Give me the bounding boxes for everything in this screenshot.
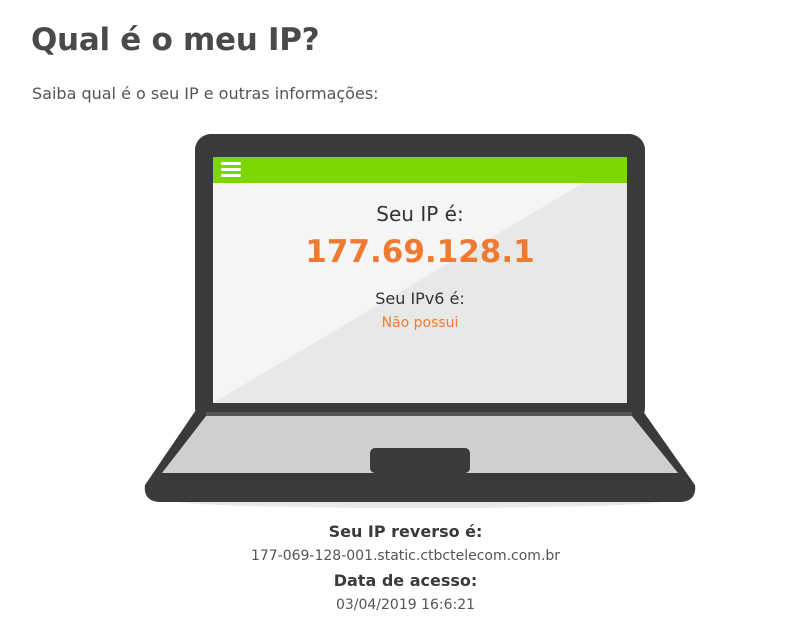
- access-date-value: 03/04/2019 16:6:21: [335, 597, 476, 613]
- page: Qual é o meu IP? Saiba qual é o seu IP e…: [0, 0, 811, 629]
- reverse-ip-label: Seu IP reverso é:: [328, 522, 483, 541]
- reverse-ip-value: 177-069-128-001.static.ctbctelecom.com.b…: [250, 548, 561, 564]
- touchpad: [370, 448, 470, 473]
- access-date-label: Data de acesso:: [333, 571, 478, 590]
